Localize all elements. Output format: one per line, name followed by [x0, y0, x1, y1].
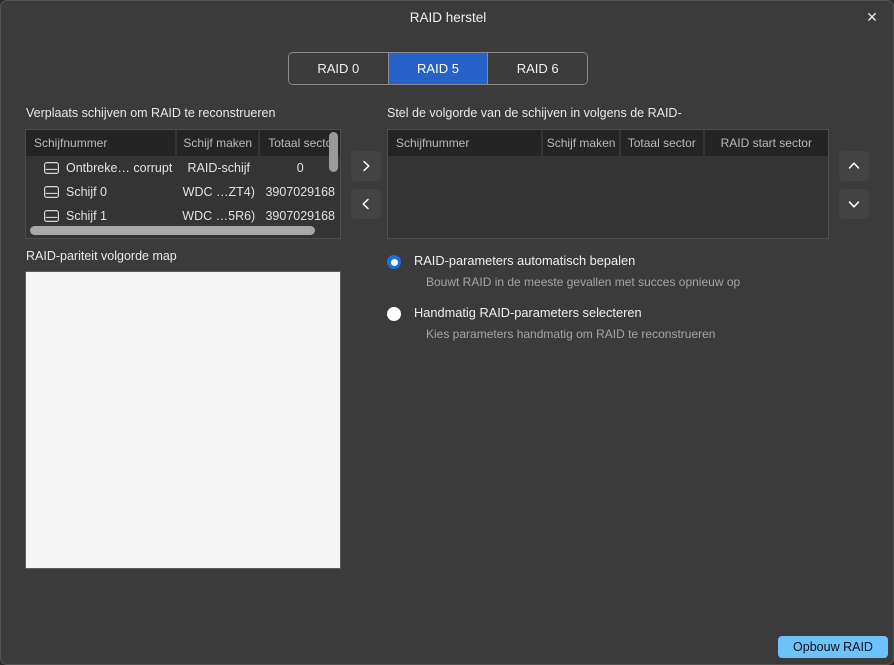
- raid-level-tabs: RAID 0 RAID 5 RAID 6: [288, 52, 588, 85]
- radio-manual[interactable]: [387, 307, 401, 321]
- disk-number-text: Schijf 1: [66, 209, 107, 223]
- tab-raid-0[interactable]: RAID 0: [289, 53, 389, 84]
- cell-total-sectors: 3907029168: [265, 185, 335, 199]
- cell-disk-number: Schijf 0: [26, 185, 177, 199]
- horizontal-scrollbar-track[interactable]: [26, 224, 340, 238]
- column-header-disk-number[interactable]: Schijfnummer: [26, 130, 177, 156]
- cell-disk-number: Ontbreke… corrupt: [26, 161, 177, 175]
- raid-order-label: Stel de volgorde van de schijven in volg…: [387, 106, 682, 120]
- column-header-disk-make[interactable]: Schijf maken: [176, 130, 261, 156]
- move-up-button[interactable]: [839, 151, 869, 181]
- cell-total-sectors: 3907029168: [265, 209, 335, 223]
- available-disks-label: Verplaats schijven om RAID te reconstrue…: [26, 106, 276, 120]
- chevron-up-icon: [848, 162, 860, 169]
- table-header-row: Schijfnummer Schijf maken Totaal sector …: [388, 130, 828, 156]
- table-body: Ontbreke… corrupt RAID-schijf 0 Schijf 0…: [26, 156, 340, 228]
- option-manual-title: Handmatig RAID-parameters selecteren: [414, 305, 642, 320]
- page-title: RAID herstel: [409, 10, 487, 25]
- option-auto-subtitle: Bouwt RAID in de meeste gevallen met suc…: [426, 275, 741, 289]
- raid-order-table[interactable]: Schijfnummer Schijf maken Totaal sector …: [387, 129, 829, 239]
- radio-auto[interactable]: [387, 255, 401, 269]
- available-disks-table[interactable]: Schijfnummer Schijf maken Totaal secto O…: [25, 129, 341, 239]
- close-icon[interactable]: ✕: [849, 1, 893, 34]
- tab-raid-6[interactable]: RAID 6: [488, 53, 587, 84]
- disk-icon: [44, 210, 59, 222]
- option-manual-parameters[interactable]: Handmatig RAID-parameters selecteren Kie…: [387, 305, 715, 341]
- parity-map-label: RAID-pariteit volgorde map: [26, 249, 177, 263]
- move-right-button[interactable]: [351, 151, 381, 181]
- option-auto-title: RAID-parameters automatisch bepalen: [414, 253, 636, 268]
- option-auto-texts: RAID-parameters automatisch bepalen Bouw…: [414, 253, 740, 289]
- table-row[interactable]: Schijf 0 WDC …ZT4) 3907029168: [26, 180, 340, 204]
- raid-recovery-dialog: RAID herstel ✕ RAID 0 RAID 5 RAID 6 Verp…: [0, 0, 894, 665]
- column-header-total-sectors[interactable]: Totaal sector: [620, 130, 705, 156]
- option-manual-subtitle: Kies parameters handmatig om RAID te rec…: [426, 327, 716, 341]
- cell-disk-number: Schijf 1: [26, 209, 177, 223]
- cell-disk-make: WDC …ZT4): [182, 185, 255, 199]
- title-bar: RAID herstel ✕: [1, 1, 893, 34]
- table-row[interactable]: Ontbreke… corrupt RAID-schijf 0: [26, 156, 340, 180]
- chevron-down-icon: [848, 201, 860, 208]
- column-header-disk-number[interactable]: Schijfnummer: [388, 130, 544, 156]
- cell-disk-make: RAID-schijf: [187, 161, 250, 175]
- parity-map-canvas: [25, 271, 341, 569]
- table-header-row: Schijfnummer Schijf maken Totaal secto: [26, 130, 340, 156]
- column-header-raid-start-sector[interactable]: RAID start sector: [704, 130, 828, 156]
- disk-icon: [44, 162, 59, 174]
- disk-icon: [44, 186, 59, 198]
- horizontal-scrollbar-thumb[interactable]: [30, 226, 315, 235]
- build-raid-button[interactable]: Opbouw RAID: [778, 636, 888, 658]
- tab-raid-5[interactable]: RAID 5: [388, 53, 489, 84]
- option-manual-texts: Handmatig RAID-parameters selecteren Kie…: [414, 305, 715, 341]
- move-left-button[interactable]: [351, 189, 381, 219]
- cell-disk-make: WDC …5R6): [182, 209, 256, 223]
- disk-number-text: Schijf 0: [66, 185, 107, 199]
- option-auto-parameters[interactable]: RAID-parameters automatisch bepalen Bouw…: [387, 253, 740, 289]
- move-down-button[interactable]: [839, 189, 869, 219]
- vertical-scrollbar-thumb[interactable]: [329, 132, 338, 172]
- disk-number-text: Ontbreke… corrupt: [66, 161, 173, 175]
- chevron-right-icon: [363, 160, 370, 172]
- column-header-disk-make[interactable]: Schijf maken: [543, 130, 621, 156]
- chevron-left-icon: [362, 198, 369, 210]
